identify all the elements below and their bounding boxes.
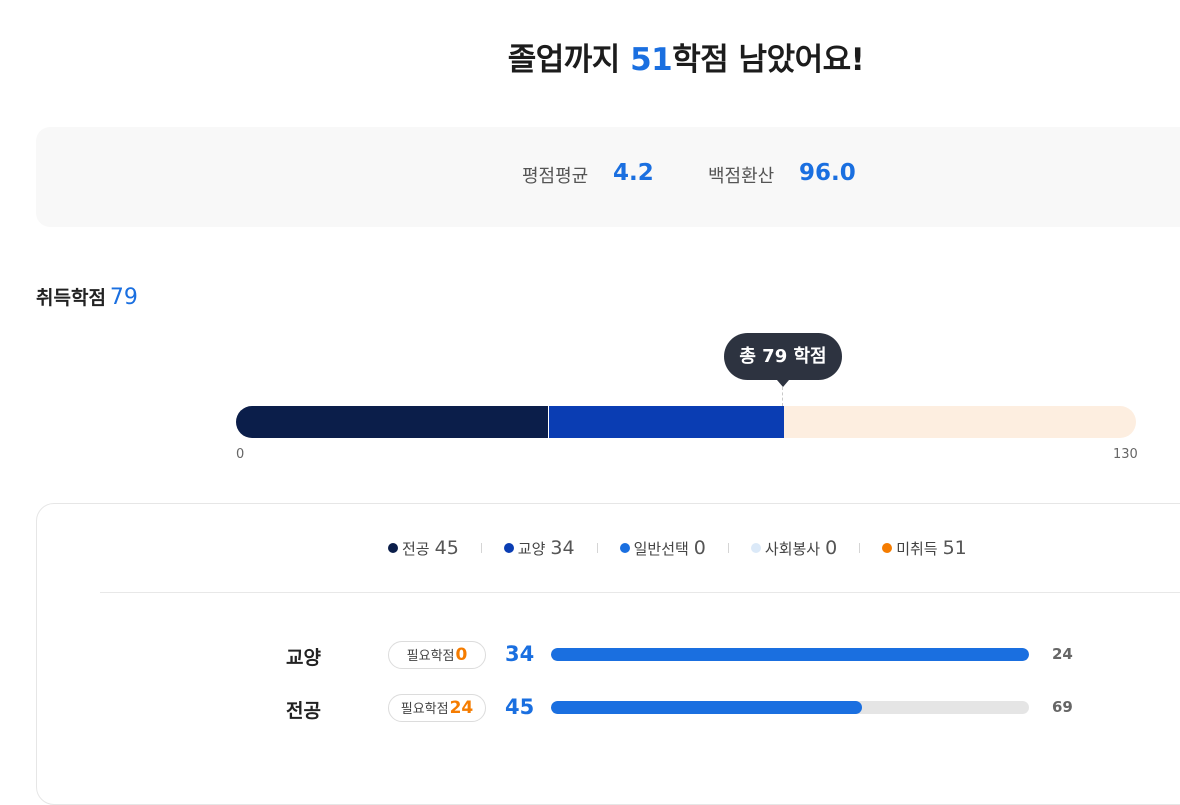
required-credits-badge: 필요학점24 xyxy=(388,694,486,722)
legend-separator xyxy=(596,543,598,553)
progress-segment-0 xyxy=(236,406,548,438)
earned-label: 취득학점 xyxy=(36,287,106,309)
axis-max-label: 130 xyxy=(1113,447,1138,462)
legend-label: 미취득 xyxy=(896,539,938,558)
legend-item: 일반선택 0 xyxy=(619,537,706,559)
legend-value: 51 xyxy=(942,537,967,559)
axis-min-label: 0 xyxy=(236,447,245,462)
gpa-average-label: 평점평균 xyxy=(522,166,589,187)
legend-label: 일반선택 xyxy=(633,539,689,558)
required-value: 24 xyxy=(449,698,474,718)
tooltip-arrow xyxy=(777,380,789,387)
remaining-credits: 51 xyxy=(630,42,673,78)
earned-credits: 취득학점 79 xyxy=(36,283,138,310)
legend-separator xyxy=(480,543,482,553)
category-target: 69 xyxy=(1052,698,1073,716)
legend-label: 사회봉사 xyxy=(764,539,821,558)
category-progress-fill xyxy=(551,701,862,714)
legend-dot-icon xyxy=(750,543,761,553)
required-label: 필요학점 xyxy=(406,649,455,664)
category-target: 24 xyxy=(1052,645,1073,663)
earned-value: 79 xyxy=(109,285,138,310)
current-credits: 45 xyxy=(505,695,535,719)
legend-dot-icon xyxy=(503,543,514,553)
legend-separator xyxy=(727,543,729,553)
credit-progress-bar xyxy=(236,406,1136,438)
required-label: 필요학점 xyxy=(400,702,449,717)
graduation-headline: 졸업까지 51학점 남았어요! xyxy=(0,34,1180,79)
category-name: 교양 xyxy=(286,647,321,669)
category-row-major: 전공 필요학점24 45 69 xyxy=(0,694,1180,724)
category-row-general: 교양 필요학점0 34 24 xyxy=(0,641,1180,671)
gpa-panel xyxy=(36,127,1180,227)
headline-prefix: 졸업까지 xyxy=(507,42,631,78)
legend-dot-icon xyxy=(388,543,398,553)
legend-label: 교양 xyxy=(517,539,546,558)
gpa-percent-value: 96.0 xyxy=(799,160,856,186)
required-value: 0 xyxy=(455,645,468,665)
legend-item: 미취득 51 xyxy=(882,537,967,559)
legend-value: 0 xyxy=(825,537,838,559)
category-progress-fill xyxy=(551,648,1029,661)
card-divider xyxy=(100,592,1180,593)
legend-dot-icon xyxy=(882,543,893,553)
total-credits-tooltip: 총 79 학점 xyxy=(724,333,842,380)
legend-value: 0 xyxy=(693,537,706,559)
category-progress-track xyxy=(551,648,1029,661)
legend-label: 전공 xyxy=(402,539,430,558)
legend-separator xyxy=(859,543,861,553)
legend-item: 사회봉사 0 xyxy=(750,537,838,559)
gpa-average-value: 4.2 xyxy=(613,160,654,186)
category-name: 전공 xyxy=(286,700,321,722)
legend-value: 45 xyxy=(434,537,459,559)
required-credits-badge: 필요학점0 xyxy=(388,641,486,669)
tooltip-marker-line xyxy=(782,387,783,406)
legend-dot-icon xyxy=(619,543,630,553)
legend-item: 교양 34 xyxy=(503,537,575,559)
legend-value: 34 xyxy=(550,537,575,559)
progress-segment-1 xyxy=(548,406,784,438)
legend-item: 전공 45 xyxy=(388,537,459,559)
gpa-percent-label: 백점환산 xyxy=(708,166,775,187)
credit-legend: 전공 45 교양 34 일반선택 0 사회봉사 0 미취득 51 xyxy=(388,537,967,559)
headline-suffix: 학점 남았어요! xyxy=(672,42,865,78)
current-credits: 34 xyxy=(505,642,535,666)
category-progress-track xyxy=(551,701,1029,714)
